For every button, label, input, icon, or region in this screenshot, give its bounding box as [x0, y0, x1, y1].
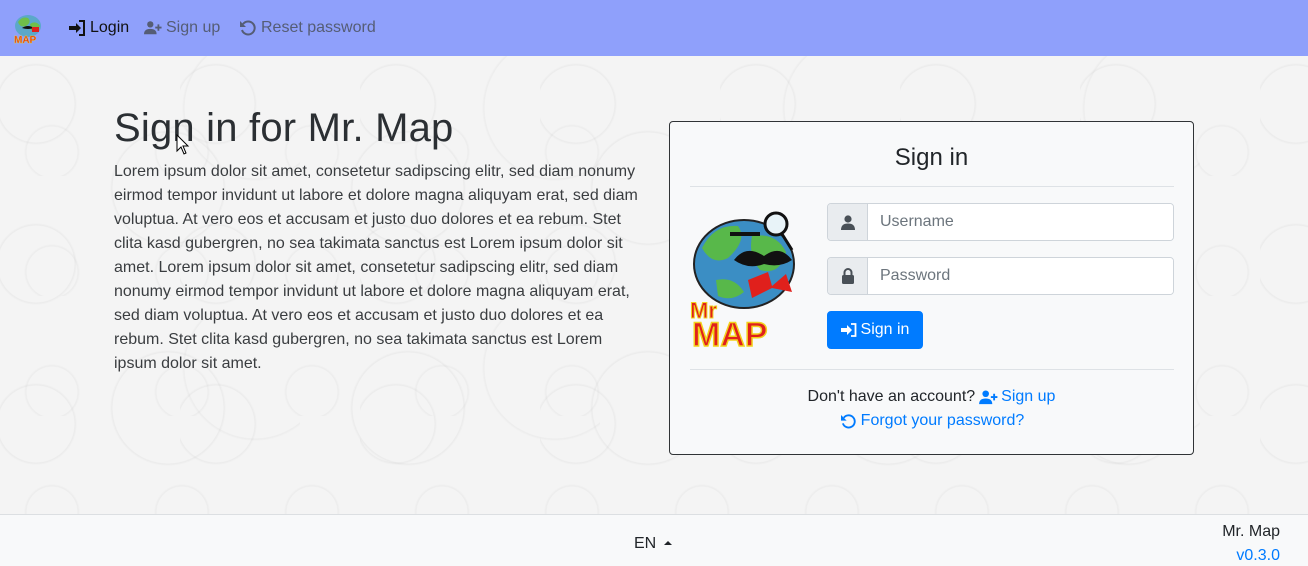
signin-button[interactable]: Sign in	[827, 311, 923, 349]
nav-reset-password[interactable]: Reset password	[239, 17, 376, 39]
signup-link[interactable]: Sign up	[979, 388, 1055, 406]
language-selector[interactable]: EN	[634, 535, 673, 553]
nav-reset-label: Reset password	[261, 19, 376, 36]
page-title: Sign in for Mr. Map	[114, 106, 454, 150]
lock-icon	[841, 268, 854, 284]
forgot-password-link[interactable]: Forgot your password?	[839, 412, 1025, 430]
signup-link-label: Sign up	[1001, 388, 1056, 405]
signin-title: Sign in	[894, 144, 969, 171]
divider	[690, 369, 1174, 370]
signup-prompt: Don't have an account? Sign up	[670, 388, 1193, 406]
password-addon	[828, 258, 868, 294]
user-plus-icon	[979, 389, 998, 404]
caret-up-icon	[664, 541, 673, 545]
language-label: EN	[634, 535, 657, 552]
svg-text:MAP: MAP	[692, 316, 768, 354]
password-group	[827, 257, 1174, 295]
app-version-link[interactable]: v0.3.0	[1236, 547, 1280, 565]
app-name: Mr. Map	[1222, 523, 1280, 540]
undo-icon	[840, 413, 856, 428]
footer: EN Mr. Map v0.3.0	[0, 514, 1308, 566]
forgot-prompt: Forgot your password?	[670, 412, 1193, 430]
no-account-text: Don't have an account?	[807, 388, 976, 405]
sign-in-icon	[840, 323, 856, 337]
mr-map-logo-icon[interactable]: MAP	[12, 12, 45, 46]
undo-icon	[240, 20, 256, 36]
divider	[690, 186, 1174, 187]
signin-card: Sign in Mr MAP Username Sign in Don't ha…	[669, 121, 1194, 455]
username-group	[827, 203, 1174, 241]
signin-button-label: Sign in	[860, 321, 910, 338]
username-input[interactable]	[868, 204, 1173, 240]
password-input[interactable]	[868, 258, 1173, 294]
nav-login-label: Login	[90, 19, 130, 36]
user-plus-icon	[144, 21, 162, 35]
sign-in-icon	[69, 20, 85, 36]
forgot-password-label: Forgot your password?	[860, 412, 1025, 429]
nav-signup-label: Sign up	[166, 19, 221, 36]
nav-login[interactable]: Login	[68, 17, 129, 39]
mouse-cursor-icon	[176, 134, 190, 155]
user-icon	[840, 214, 855, 230]
nav-signup[interactable]: Sign up	[144, 17, 220, 39]
mr-map-mascot-icon: Mr MAP	[690, 211, 795, 355]
username-addon	[828, 204, 868, 240]
svg-text:MAP: MAP	[14, 35, 37, 46]
top-navbar: MAP Login Sign up Reset password	[0, 0, 1308, 56]
intro-text: Lorem ipsum dolor sit amet, consetetur s…	[114, 163, 638, 372]
